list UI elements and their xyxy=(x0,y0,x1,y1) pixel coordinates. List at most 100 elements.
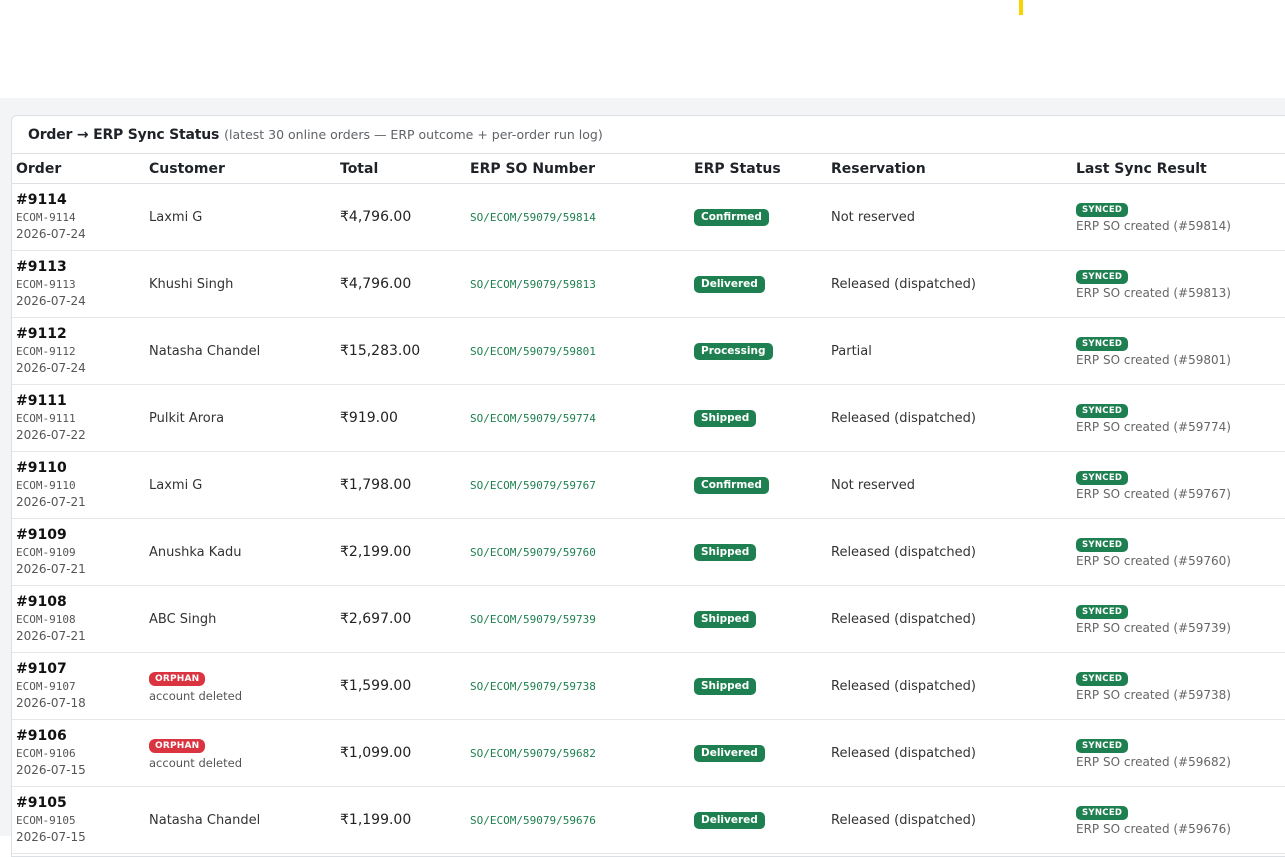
order-number[interactable]: #9113 xyxy=(16,258,145,276)
erp-status-badge: Delivered xyxy=(694,275,765,293)
order-number[interactable]: #9108 xyxy=(16,593,145,611)
sync-status-badge: SYNCED xyxy=(1076,806,1129,820)
order-total: ₹15,283.00 xyxy=(340,343,421,359)
order-number[interactable]: #9110 xyxy=(16,459,145,477)
column-header-reservation[interactable]: Reservation xyxy=(827,154,1072,184)
erp-so-number[interactable]: SO/ECOM/59079/59739 xyxy=(470,613,596,626)
order-cell: #9111 ECOM-9111 2026-07-22 xyxy=(12,384,145,452)
erp-so-number[interactable]: SO/ECOM/59079/59760 xyxy=(470,546,596,559)
status-cell: Confirmed xyxy=(690,451,827,519)
column-header-customer[interactable]: Customer xyxy=(145,154,336,184)
sync-note: ERP SO created (#59813) xyxy=(1076,286,1231,300)
erp-so-number[interactable]: SO/ECOM/59079/59774 xyxy=(470,412,596,425)
erp-so-number[interactable]: SO/ECOM/59079/59676 xyxy=(470,814,596,827)
order-number[interactable]: #9105 xyxy=(16,794,145,812)
orphan-badge: ORPHAN xyxy=(149,738,206,753)
order-cell: #9106 ECOM-9106 2026-07-15 xyxy=(12,719,145,787)
order-date: 2026-07-22 xyxy=(16,428,86,442)
reservation-status: Not reserved xyxy=(831,209,916,225)
sync-note: ERP SO created (#59767) xyxy=(1076,487,1231,501)
reservation-status: Released (dispatched) xyxy=(831,812,976,828)
reservation-status: Released (dispatched) xyxy=(831,611,976,627)
order-code: ECOM-9113 xyxy=(16,278,76,291)
reservation-cell: Released (dispatched) xyxy=(827,518,1072,586)
table-row[interactable]: #9112 ECOM-9112 2026-07-24 Natasha Chand… xyxy=(12,317,1285,385)
table-row[interactable]: #9109 ECOM-9109 2026-07-21 Anushka Kadu … xyxy=(12,518,1285,586)
so-cell: SO/ECOM/59079/59801 xyxy=(466,317,690,385)
total-cell: ₹1,199.00 xyxy=(336,786,466,854)
total-cell: ₹4,796.00 xyxy=(336,250,466,318)
erp-so-number[interactable]: SO/ECOM/59079/59767 xyxy=(470,479,596,492)
order-number[interactable]: #9106 xyxy=(16,727,145,745)
table-row[interactable]: #9108 ECOM-9108 2026-07-21 ABC Singh ₹2,… xyxy=(12,585,1285,653)
sync-note: ERP SO created (#59738) xyxy=(1076,688,1231,702)
sync-note: ERP SO created (#59760) xyxy=(1076,554,1231,568)
customer-name: Anushka Kadu xyxy=(149,544,242,560)
orphan-badge: ORPHAN xyxy=(149,671,206,686)
sync-cell: SYNCED ERP SO created (#59682) xyxy=(1072,719,1285,787)
sync-status-badge: SYNCED xyxy=(1076,337,1129,351)
total-cell: ₹2,697.00 xyxy=(336,585,466,653)
table-row[interactable]: #9106 ECOM-9106 2026-07-15 ORPHAN accoun… xyxy=(12,719,1285,787)
column-header-erp-status[interactable]: ERP Status xyxy=(690,154,827,184)
reservation-cell: Released (dispatched) xyxy=(827,250,1072,318)
customer-cell: Laxmi G xyxy=(145,451,336,519)
sync-status-badge: SYNCED xyxy=(1076,605,1129,619)
sync-cell: SYNCED ERP SO created (#59767) xyxy=(1072,451,1285,519)
customer-cell: Natasha Chandel xyxy=(145,317,336,385)
yellow-indicator xyxy=(1019,0,1023,15)
column-header-erp-so-number[interactable]: ERP SO Number xyxy=(466,154,690,184)
total-cell: ₹4,796.00 xyxy=(336,183,466,251)
sync-note: ERP SO created (#59682) xyxy=(1076,755,1231,769)
customer-cell: Natasha Chandel xyxy=(145,786,336,854)
order-date: 2026-07-18 xyxy=(16,696,86,710)
reservation-cell: Released (dispatched) xyxy=(827,786,1072,854)
erp-so-number[interactable]: SO/ECOM/59079/59738 xyxy=(470,680,596,693)
table-row[interactable]: #9113 ECOM-9113 2026-07-24 Khushi Singh … xyxy=(12,250,1285,318)
erp-so-number[interactable]: SO/ECOM/59079/59682 xyxy=(470,747,596,760)
total-cell: ₹919.00 xyxy=(336,384,466,452)
order-code: ECOM-9106 xyxy=(16,747,76,760)
table-row[interactable]: #9111 ECOM-9111 2026-07-22 Pulkit Arora … xyxy=(12,384,1285,452)
sync-note: ERP SO created (#59814) xyxy=(1076,219,1231,233)
order-number[interactable]: #9107 xyxy=(16,660,145,678)
total-cell: ₹1,798.00 xyxy=(336,451,466,519)
status-cell: Shipped xyxy=(690,585,827,653)
orphan-note: account deleted xyxy=(149,755,242,770)
status-cell: Delivered xyxy=(690,719,827,787)
order-number[interactable]: #9114 xyxy=(16,191,145,209)
erp-so-number[interactable]: SO/ECOM/59079/59814 xyxy=(470,211,596,224)
order-code: ECOM-9111 xyxy=(16,412,76,425)
order-number[interactable]: #9112 xyxy=(16,325,145,343)
column-header-total[interactable]: Total xyxy=(336,154,466,184)
sync-status-table: Order Customer Total ERP SO Number ERP S… xyxy=(12,154,1285,854)
reservation-cell: Released (dispatched) xyxy=(827,585,1072,653)
table-row[interactable]: #9107 ECOM-9107 2026-07-18 ORPHAN accoun… xyxy=(12,652,1285,720)
customer-name: Laxmi G xyxy=(149,477,203,493)
order-cell: #9108 ECOM-9108 2026-07-21 xyxy=(12,585,145,653)
so-cell: SO/ECOM/59079/59774 xyxy=(466,384,690,452)
order-date: 2026-07-24 xyxy=(16,227,86,241)
erp-so-number[interactable]: SO/ECOM/59079/59801 xyxy=(470,345,596,358)
order-code: ECOM-9112 xyxy=(16,345,76,358)
panel-header: Order → ERP Sync Status (latest 30 onlin… xyxy=(12,116,1285,154)
order-date: 2026-07-15 xyxy=(16,763,86,777)
column-header-last-sync-result[interactable]: Last Sync Result xyxy=(1072,154,1285,184)
reservation-cell: Released (dispatched) xyxy=(827,384,1072,452)
erp-status-badge: Shipped xyxy=(694,543,757,561)
sync-cell: SYNCED ERP SO created (#59676) xyxy=(1072,786,1285,854)
table-row[interactable]: #9110 ECOM-9110 2026-07-21 Laxmi G ₹1,79… xyxy=(12,451,1285,519)
table-row[interactable]: #9105 ECOM-9105 2026-07-15 Natasha Chand… xyxy=(12,786,1285,854)
order-number[interactable]: #9109 xyxy=(16,526,145,544)
order-date: 2026-07-21 xyxy=(16,495,86,509)
status-cell: Shipped xyxy=(690,384,827,452)
order-number[interactable]: #9111 xyxy=(16,392,145,410)
status-cell: Processing xyxy=(690,317,827,385)
column-header-order[interactable]: Order xyxy=(12,154,145,184)
erp-so-number[interactable]: SO/ECOM/59079/59813 xyxy=(470,278,596,291)
sync-cell: SYNCED ERP SO created (#59801) xyxy=(1072,317,1285,385)
so-cell: SO/ECOM/59079/59682 xyxy=(466,719,690,787)
order-total: ₹919.00 xyxy=(340,410,398,426)
customer-cell: ORPHAN account deleted xyxy=(145,652,336,720)
table-row[interactable]: #9114 ECOM-9114 2026-07-24 Laxmi G ₹4,79… xyxy=(12,183,1285,251)
